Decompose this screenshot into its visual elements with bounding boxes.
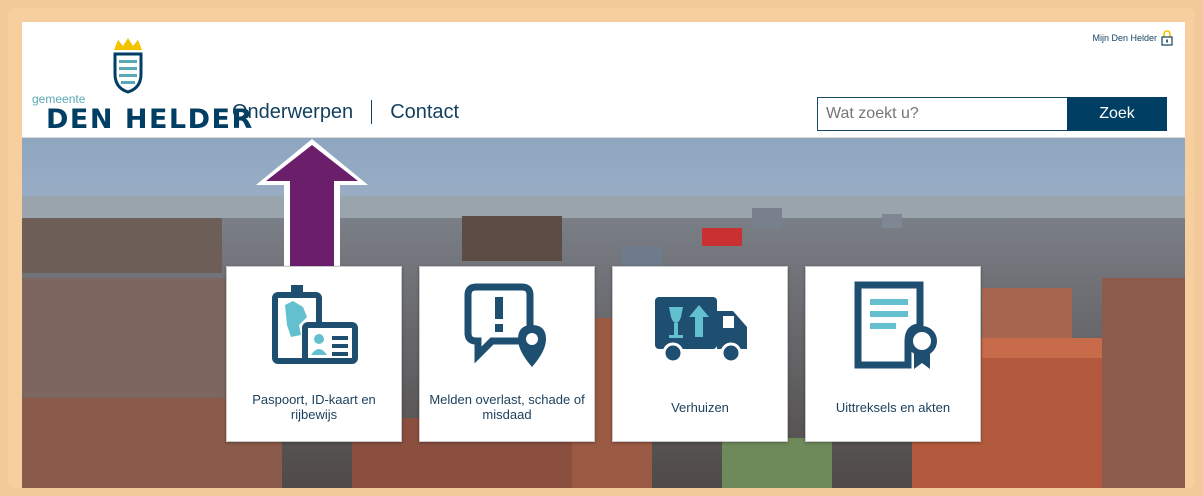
certificate-icon	[854, 281, 937, 369]
nav-onderwerpen[interactable]: Onderwerpen	[232, 101, 353, 124]
lock-icon	[1161, 30, 1173, 46]
page: gemeente DEN HELDER Onderwerpen Contact …	[22, 22, 1185, 488]
nav-divider	[371, 100, 373, 124]
site-logo[interactable]: gemeente DEN HELDER	[32, 34, 252, 135]
id-card-icon	[272, 285, 358, 364]
report-location-icon	[464, 283, 546, 367]
mijn-den-helder-label: Mijn Den Helder	[1092, 33, 1157, 43]
search-button[interactable]: Zoek	[1067, 97, 1167, 131]
logo-big-text: DEN HELDER	[46, 104, 254, 135]
crest-icon	[113, 38, 143, 94]
tile-label: Melden overlast, schade of misdaad	[429, 392, 585, 422]
moving-truck-icon	[655, 297, 747, 364]
tile-label: Paspoort, ID-kaart en rijbewijs	[252, 392, 376, 422]
tile-paspoort[interactable]: Paspoort, ID-kaart en rijbewijs	[226, 266, 402, 442]
tile-uittreksels[interactable]: Uittreksels en akten	[805, 266, 981, 442]
search-input[interactable]	[817, 97, 1067, 131]
tile-label: Verhuizen	[671, 399, 729, 415]
nav-contact[interactable]: Contact	[390, 101, 459, 124]
search-bar: Zoek	[817, 97, 1167, 133]
main-nav: Onderwerpen Contact	[232, 100, 459, 124]
tile-verhuizen[interactable]: Verhuizen	[612, 266, 788, 442]
topic-tiles: Paspoort, ID-kaart en rijbewijs Melden o…	[226, 266, 981, 442]
tile-label: Uittreksels en akten	[835, 399, 951, 415]
site-header: gemeente DEN HELDER Onderwerpen Contact …	[22, 22, 1185, 138]
tile-melden[interactable]: Melden overlast, schade of misdaad	[419, 266, 595, 442]
mijn-den-helder-link[interactable]: Mijn Den Helder	[1092, 30, 1173, 46]
